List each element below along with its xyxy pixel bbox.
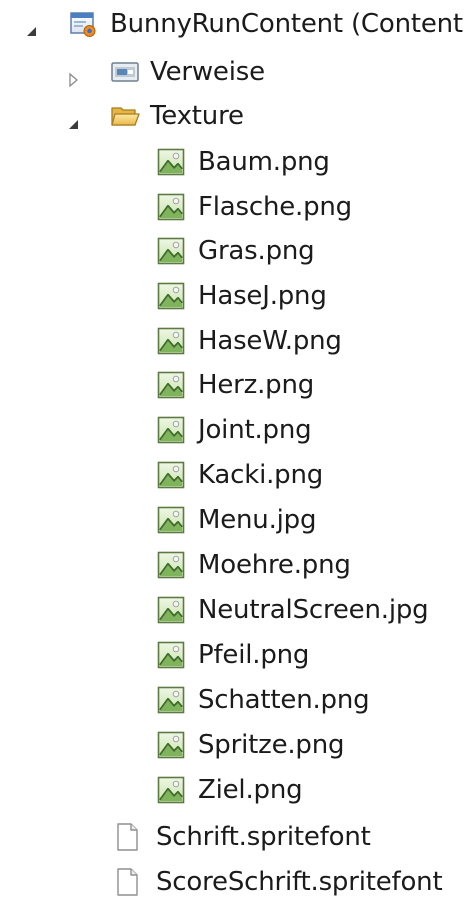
tree-node-file[interactable]: Schatten.png — [156, 680, 370, 720]
image-file-icon — [156, 685, 186, 715]
tree-node-file[interactable]: HaseW.png — [156, 321, 342, 361]
image-file-icon — [156, 460, 186, 490]
image-file-icon — [156, 415, 186, 445]
image-file-icon — [156, 326, 186, 356]
file-label: NeutralScreen.jpg — [198, 595, 429, 625]
tree-node-file[interactable]: Spritze.png — [156, 725, 345, 765]
image-file-icon — [156, 550, 186, 580]
expanded-arrow-icon[interactable] — [24, 17, 40, 36]
file-label: Schatten.png — [198, 685, 370, 715]
file-label: Menu.jpg — [198, 505, 317, 535]
content-project-icon — [68, 9, 98, 39]
open-folder-icon — [110, 101, 140, 131]
image-file-icon — [156, 730, 186, 760]
tree-node-texture-folder[interactable]: Texture — [110, 96, 244, 136]
expanded-arrow-icon[interactable] — [66, 110, 82, 129]
tree-node-file[interactable]: Kacki.png — [156, 455, 323, 495]
file-label: Joint.png — [198, 415, 312, 445]
image-file-icon — [156, 775, 186, 805]
image-file-icon — [156, 370, 186, 400]
tree-node-file[interactable]: HaseJ.png — [156, 276, 327, 316]
tree-node-texture-label: Texture — [150, 101, 244, 131]
file-label: Ziel.png — [198, 775, 303, 805]
tree-node-spritefont[interactable]: Schrift.spritefont — [112, 817, 371, 857]
file-label: Gras.png — [198, 236, 315, 266]
blank-file-icon — [112, 822, 142, 852]
tree-node-file[interactable]: Gras.png — [156, 231, 315, 271]
image-file-icon — [156, 595, 186, 625]
solution-explorer-tree: BunnyRunContent (Content) Verweise Textu… — [0, 0, 465, 901]
blank-file-icon — [112, 867, 142, 897]
file-label: HaseW.png — [198, 326, 342, 356]
file-label: Flasche.png — [198, 192, 352, 222]
image-file-icon — [156, 505, 186, 535]
image-file-icon — [156, 236, 186, 266]
tree-node-file[interactable]: Joint.png — [156, 410, 312, 450]
file-label: ScoreSchrift.spritefont — [156, 867, 443, 897]
tree-node-references[interactable]: Verweise — [110, 52, 265, 92]
file-label: Moehre.png — [198, 550, 351, 580]
image-file-icon — [156, 147, 186, 177]
file-label: Pfeil.png — [198, 640, 310, 670]
collapsed-arrow-icon[interactable] — [66, 65, 82, 88]
tree-node-spritefont[interactable]: ScoreSchrift.spritefont — [112, 862, 443, 902]
tree-node-references-label: Verweise — [150, 57, 265, 87]
tree-node-root-label: BunnyRunContent (Content) — [110, 9, 465, 39]
file-label: Herz.png — [198, 370, 315, 400]
image-file-icon — [156, 281, 186, 311]
tree-node-file[interactable]: Baum.png — [156, 142, 330, 182]
tree-node-file[interactable]: Menu.jpg — [156, 500, 316, 540]
tree-node-root[interactable]: BunnyRunContent (Content) — [68, 4, 465, 44]
references-icon — [110, 57, 140, 87]
file-label: HaseJ.png — [198, 281, 327, 311]
tree-node-file[interactable]: Ziel.png — [156, 770, 303, 810]
tree-node-file[interactable]: Herz.png — [156, 365, 314, 405]
file-label: Spritze.png — [198, 730, 345, 760]
image-file-icon — [156, 192, 186, 222]
file-label: Kacki.png — [198, 460, 324, 490]
image-file-icon — [156, 640, 186, 670]
file-label: Baum.png — [198, 147, 330, 177]
tree-node-file[interactable]: NeutralScreen.jpg — [156, 590, 429, 630]
tree-node-file[interactable]: Moehre.png — [156, 545, 351, 585]
tree-node-file[interactable]: Pfeil.png — [156, 635, 309, 675]
file-label: Schrift.spritefont — [156, 822, 371, 852]
tree-node-file[interactable]: Flasche.png — [156, 187, 352, 227]
